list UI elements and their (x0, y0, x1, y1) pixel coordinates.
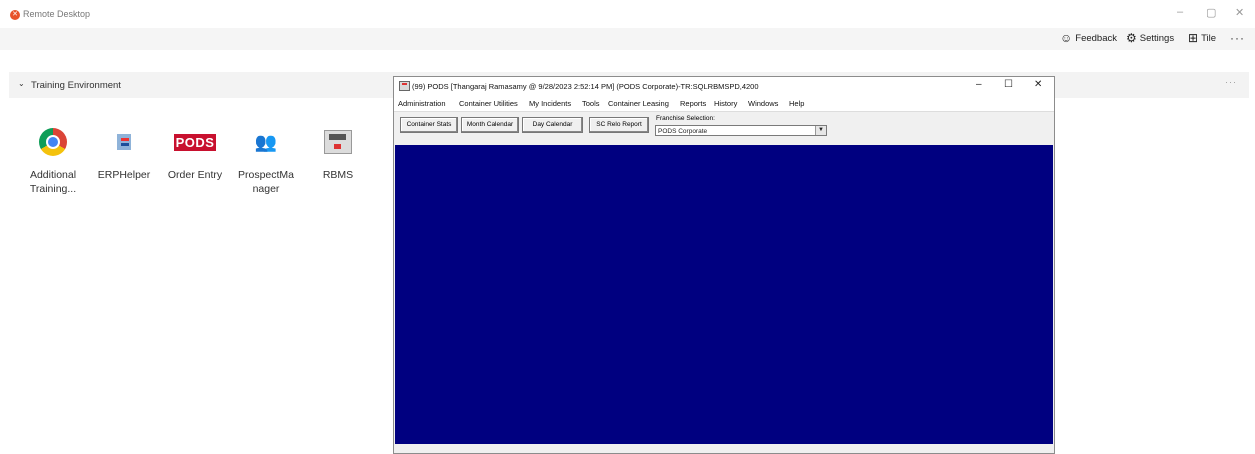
tile-additional-training[interactable]: Additional Training... (22, 120, 84, 196)
pods-window-title: (99) PODS [Thangaraj Ramasamy @ 9/28/202… (412, 82, 759, 91)
pods-window: (99) PODS [Thangaraj Ramasamy @ 9/28/202… (393, 76, 1055, 454)
franchise-selection-label: Franchise Selection: (656, 115, 715, 122)
titlebar: ✕ Remote Desktop – ▢ ✕ (0, 0, 1255, 28)
more-button[interactable]: ··· (1230, 31, 1245, 45)
maximize-button[interactable]: ▢ (1206, 6, 1216, 19)
settings-button[interactable]: ⚙ Settings (1126, 32, 1174, 44)
menu-help[interactable]: Help (789, 99, 804, 108)
feedback-button[interactable]: ☺ Feedback (1060, 32, 1117, 44)
pods-minimize-button[interactable]: – (976, 79, 982, 90)
menu-my-incidents[interactable]: My Incidents (529, 99, 571, 108)
menu-windows[interactable]: Windows (748, 99, 778, 108)
tile-button[interactable]: ⊞ Tile (1188, 32, 1216, 44)
gear-icon: ⚙ (1126, 31, 1137, 45)
menu-container-utilities[interactable]: Container Utilities (459, 99, 518, 108)
menu-history[interactable]: History (714, 99, 737, 108)
pods-menubar: Administration Container Utilities My In… (394, 96, 1054, 112)
rbms-icon (399, 81, 410, 91)
pods-toolbar: Container Stats Month Calendar Day Calen… (394, 112, 1054, 145)
pods-icon: PODS (173, 133, 217, 151)
menu-tools[interactable]: Tools (582, 99, 600, 108)
tile-prospect-manager[interactable]: 👥 ProspectMa nager (235, 120, 297, 196)
menu-reports[interactable]: Reports (680, 99, 706, 108)
smiley-icon: ☺ (1060, 31, 1073, 45)
people-icon: 👥 (254, 131, 278, 152)
feedback-label: Feedback (1075, 32, 1117, 44)
container-stats-button[interactable]: Container Stats (400, 117, 458, 133)
tile-label: Additional Training... (29, 169, 77, 195)
tile-label: Tile (1201, 32, 1217, 44)
grid-icon: ⊞ (1188, 31, 1199, 45)
month-calendar-button[interactable]: Month Calendar (461, 117, 519, 133)
remote-desktop-icon: ✕ (10, 10, 20, 20)
tile-label: Order Entry (167, 169, 223, 181)
erphelper-icon (114, 134, 134, 150)
pods-maximize-button[interactable]: ☐ (1004, 79, 1013, 90)
chevron-down-icon: ⌄ (18, 79, 25, 88)
tile-order-entry[interactable]: PODS Order Entry (164, 120, 226, 182)
tile-label: RBMS (322, 169, 354, 181)
franchise-select-value: PODS Corporate (658, 128, 708, 135)
dropdown-arrow-icon[interactable]: ▼ (815, 126, 826, 135)
menu-administration[interactable]: Administration (398, 99, 446, 108)
pods-close-button[interactable]: ✕ (1034, 79, 1042, 90)
chrome-icon (39, 128, 67, 156)
close-button[interactable]: ✕ (1235, 6, 1244, 19)
menu-container-leasing[interactable]: Container Leasing (608, 99, 669, 108)
app-title: Remote Desktop (23, 9, 91, 19)
franchise-select[interactable]: PODS Corporate ▼ (655, 125, 827, 136)
tile-label: ProspectMa nager (237, 169, 295, 195)
sc-relo-report-button[interactable]: SC Relo Report (589, 117, 649, 133)
minimize-button[interactable]: – (1177, 6, 1183, 18)
day-calendar-button[interactable]: Day Calendar (522, 117, 583, 133)
toolbar: ☺ Feedback ⚙ Settings ⊞ Tile ··· (0, 28, 1255, 50)
pods-main-canvas[interactable] (395, 145, 1053, 444)
rbms-icon (324, 130, 352, 154)
tile-label: ERPHelper (97, 169, 151, 181)
tile-rbms[interactable]: RBMS (307, 120, 369, 182)
environment-label: Training Environment (31, 80, 121, 91)
environment-more-button[interactable]: ··· (1225, 77, 1237, 87)
tile-erphelper[interactable]: ERPHelper (93, 120, 155, 182)
settings-label: Settings (1139, 32, 1175, 44)
pods-window-titlebar[interactable]: (99) PODS [Thangaraj Ramasamy @ 9/28/202… (394, 77, 1054, 96)
